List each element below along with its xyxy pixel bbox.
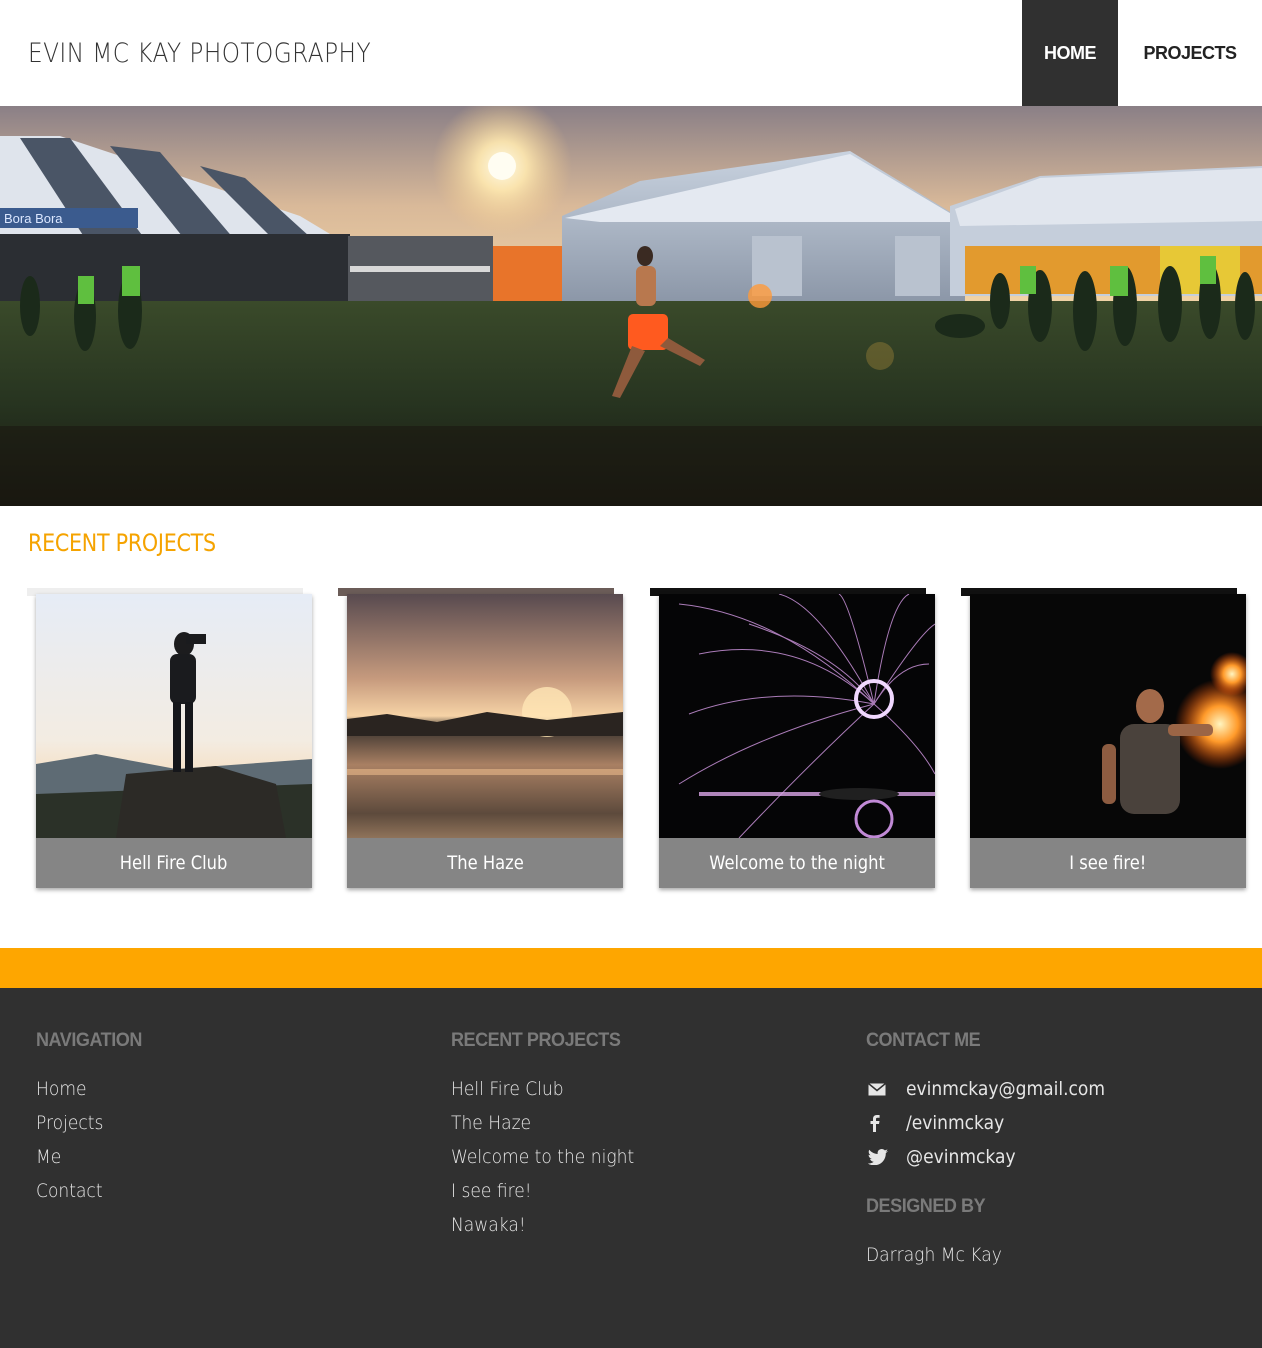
card-frame: Welcome to the night [659,594,935,888]
site-footer: NAVIGATION Home Projects Me Contact RECE… [0,988,1262,1348]
contact-email[interactable]: evinmckay@gmail.com [906,1078,1105,1100]
footer-project-link[interactable]: Hell Fire Club [451,1072,634,1106]
card-frame: The Haze [347,594,623,888]
contact-twitter-row[interactable]: @evinmckay [866,1140,1127,1174]
footer-navigation: NAVIGATION Home Projects Me Contact [36,1030,147,1208]
project-cards: Hell Fire Club The Haze Welcome to the n… [0,588,1262,888]
project-caption: Welcome to the night [659,838,935,888]
card-frame: I see fire! [970,594,1246,888]
accent-bar [0,948,1262,988]
project-photo [659,594,935,838]
designed-by-heading: DESIGNED BY [866,1196,986,1217]
nav-projects[interactable]: PROJECTS [1118,0,1262,106]
main-nav: HOME PROJECTS [1022,0,1262,106]
footer-project-link[interactable]: Welcome to the night [451,1140,634,1174]
twitter-icon [866,1140,906,1174]
footer-contact: CONTACT ME evinmckay@gmail.com /evinmcka… [866,1030,1127,1272]
recent-projects-title: RECENT PROJECTS [28,529,216,557]
project-caption: The Haze [347,838,623,888]
site-brand[interactable]: EVIN MC KAY PHOTOGRAPHY [28,38,371,69]
facebook-icon [866,1106,906,1140]
card-frame: Hell Fire Club [36,594,312,888]
nav-home[interactable]: HOME [1022,0,1118,106]
project-card[interactable]: The Haze [338,588,624,888]
footer-link-home[interactable]: Home [36,1072,136,1106]
project-caption: I see fire! [970,838,1246,888]
contact-email-row[interactable]: evinmckay@gmail.com [866,1072,1127,1106]
envelope-icon [866,1072,906,1106]
footer-nav-heading: NAVIGATION [36,1030,142,1051]
project-card[interactable]: Hell Fire Club [27,588,313,888]
footer-contact-heading: CONTACT ME [866,1030,981,1051]
project-caption: Hell Fire Club [36,838,312,888]
hero-image: Bora Bora [0,106,1262,506]
footer-project-link[interactable]: Nawaka! [451,1208,634,1242]
footer-recent-heading: RECENT PROJECTS [451,1030,621,1051]
hero-sign-text: Bora Bora [4,211,63,226]
contact-facebook-row[interactable]: /evinmckay [866,1106,1127,1140]
contact-facebook[interactable]: /evinmckay [906,1112,1004,1134]
site-header: EVIN MC KAY PHOTOGRAPHY HOME PROJECTS [0,0,1262,106]
project-card[interactable]: I see fire! [961,588,1247,888]
project-photo [347,594,623,838]
footer-recent-projects: RECENT PROJECTS Hell Fire Club The Haze … [451,1030,655,1242]
designer-name: Darragh Mc Kay [866,1244,1002,1266]
project-card[interactable]: Welcome to the night [650,588,936,888]
contact-twitter[interactable]: @evinmckay [906,1146,1016,1168]
footer-link-contact[interactable]: Contact [36,1174,136,1208]
project-photo [36,594,312,838]
project-photo [970,594,1246,838]
footer-project-link[interactable]: I see fire! [451,1174,634,1208]
footer-project-link[interactable]: The Haze [451,1106,634,1140]
footer-link-me[interactable]: Me [36,1140,136,1174]
footer-link-projects[interactable]: Projects [36,1106,136,1140]
